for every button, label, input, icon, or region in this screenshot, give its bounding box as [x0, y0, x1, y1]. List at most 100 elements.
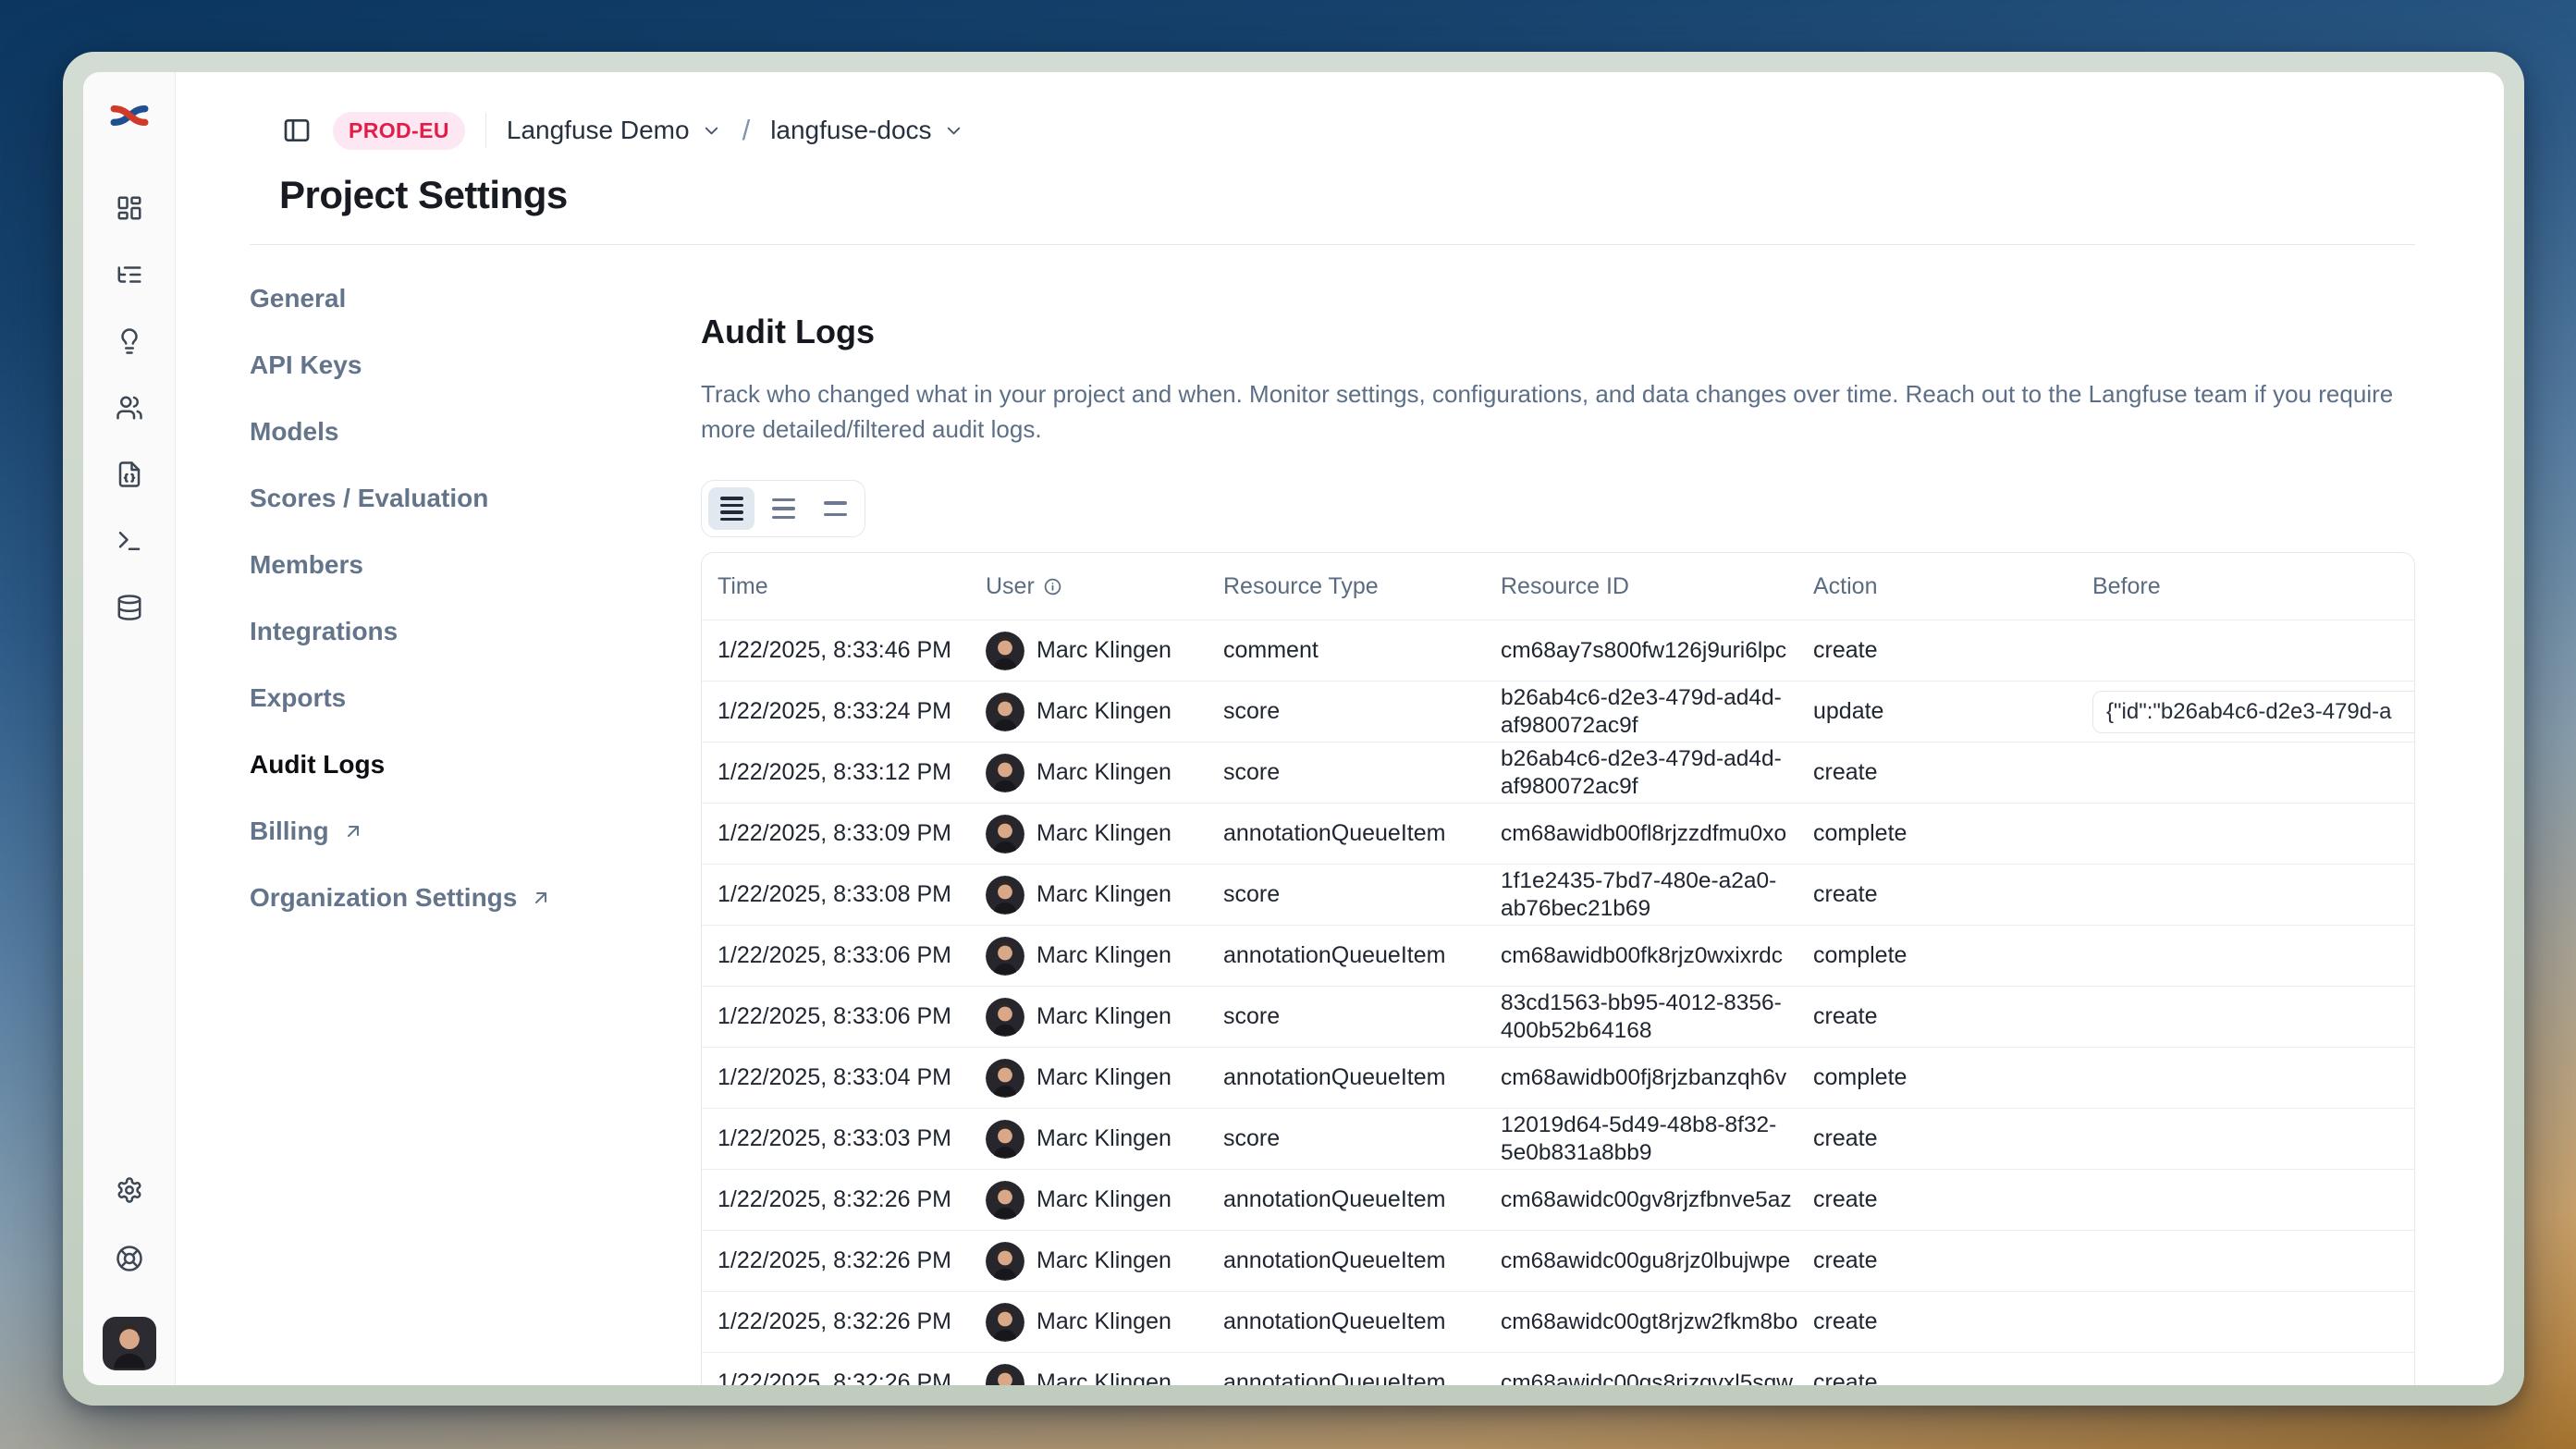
settings-nav-members[interactable]: Members: [250, 532, 701, 598]
audit-logs-table: Time User Resource Type Resource ID Acti…: [701, 552, 2415, 1385]
user-avatar-icon: [986, 754, 1024, 792]
settings-button[interactable]: [114, 1174, 145, 1206]
cell-resource-type: score: [1223, 698, 1501, 725]
settings-nav-api-keys[interactable]: API Keys: [250, 332, 701, 399]
cell-user: Marc Klingen: [986, 1059, 1223, 1098]
row-height-tall-button[interactable]: [812, 487, 858, 530]
app-window: PROD-EU Langfuse Demo / langfuse-docs Pr…: [63, 52, 2524, 1406]
settings-nav-integrations[interactable]: Integrations: [250, 598, 701, 665]
rail-item-prompts[interactable]: [114, 459, 145, 490]
cell-time: 1/22/2025, 8:33:24 PM: [718, 698, 986, 725]
cell-action: create: [1813, 881, 2092, 908]
rail-item-evaluation[interactable]: [114, 325, 145, 357]
table-row[interactable]: 1/22/2025, 8:32:26 PM Marc Klingen annot…: [702, 1291, 2414, 1352]
column-header-action: Action: [1813, 573, 2092, 600]
table-row[interactable]: 1/22/2025, 8:33:08 PM Marc Klingen score…: [702, 864, 2414, 925]
settings-nav-general[interactable]: General: [250, 265, 701, 332]
cell-resource-id: cm68awidb00fl8rjzzdfmu0xo: [1501, 820, 1813, 848]
settings-nav-audit-logs[interactable]: Audit Logs: [250, 731, 701, 798]
user-avatar-icon: [986, 1242, 1024, 1281]
table-row[interactable]: 1/22/2025, 8:33:06 PM Marc Klingen annot…: [702, 925, 2414, 986]
rail-item-dashboard[interactable]: [114, 192, 145, 224]
rail-item-datasets[interactable]: [114, 592, 145, 623]
user-name: Marc Klingen: [1037, 820, 1171, 847]
cell-time: 1/22/2025, 8:32:26 PM: [718, 1247, 986, 1274]
rail-item-playground[interactable]: [114, 525, 145, 557]
table-row[interactable]: 1/22/2025, 8:33:06 PM Marc Klingen score…: [702, 986, 2414, 1047]
table-row[interactable]: 1/22/2025, 8:32:26 PM Marc Klingen annot…: [702, 1169, 2414, 1230]
cell-before: {"id":"b26ab4c6-d2e3-479d-a: [2092, 691, 2414, 733]
cell-time: 1/22/2025, 8:32:26 PM: [718, 1308, 986, 1335]
settings-nav-exports[interactable]: Exports: [250, 665, 701, 731]
user-name: Marc Klingen: [1037, 1308, 1171, 1335]
row-height-medium-button[interactable]: [760, 487, 806, 530]
settings-nav-models[interactable]: Models: [250, 399, 701, 465]
cell-resource-type: comment: [1223, 637, 1501, 664]
cell-resource-type: annotationQueueItem: [1223, 1186, 1501, 1213]
cell-time: 1/22/2025, 8:33:06 PM: [718, 942, 986, 969]
desktop: { "colors": { "accent_badge_bg": "#fce7f…: [0, 0, 2576, 1449]
rows-dense-icon: [720, 497, 743, 521]
dashboard-icon: [116, 194, 143, 222]
users-icon: [116, 394, 143, 422]
cell-resource-type: score: [1223, 1003, 1501, 1030]
cell-resource-id: b26ab4c6-d2e3-479d-ad4d-af980072ac9f: [1501, 684, 1813, 740]
env-badge[interactable]: PROD-EU: [333, 112, 465, 150]
user-name: Marc Klingen: [1037, 759, 1171, 786]
cell-user: Marc Klingen: [986, 1364, 1223, 1386]
table-row[interactable]: 1/22/2025, 8:33:09 PM Marc Klingen annot…: [702, 803, 2414, 864]
table-row[interactable]: 1/22/2025, 8:33:04 PM Marc Klingen annot…: [702, 1047, 2414, 1108]
user-avatar[interactable]: [103, 1317, 156, 1370]
table-header-row: Time User Resource Type Resource ID Acti…: [702, 553, 2414, 620]
audit-logs-description: Track who changed what in your project a…: [701, 376, 2413, 447]
cell-action: create: [1813, 1247, 2092, 1274]
cell-resource-type: annotationQueueItem: [1223, 1247, 1501, 1274]
user-avatar-icon: [986, 1181, 1024, 1220]
table-row[interactable]: 1/22/2025, 8:33:46 PM Marc Klingen comme…: [702, 620, 2414, 681]
settings-nav-organization-settings[interactable]: Organization Settings: [250, 865, 701, 931]
row-height-dense-button[interactable]: [708, 487, 754, 530]
cell-time: 1/22/2025, 8:33:08 PM: [718, 881, 986, 908]
user-name: Marc Klingen: [1037, 1186, 1171, 1213]
user-name: Marc Klingen: [1037, 1125, 1171, 1152]
user-avatar-icon: [986, 632, 1024, 670]
cell-user: Marc Klingen: [986, 815, 1223, 853]
settings-nav-billing[interactable]: Billing: [250, 798, 701, 865]
table-row[interactable]: 1/22/2025, 8:32:26 PM Marc Klingen annot…: [702, 1230, 2414, 1291]
project-switcher[interactable]: langfuse-docs: [770, 116, 963, 145]
cell-user: Marc Klingen: [986, 1120, 1223, 1159]
rail-item-tracing[interactable]: [114, 259, 145, 290]
main-area: PROD-EU Langfuse Demo / langfuse-docs Pr…: [176, 72, 2504, 1385]
external-link-icon: [342, 820, 364, 842]
cell-resource-type: annotationQueueItem: [1223, 1369, 1501, 1385]
settings-nav-scores-evaluation[interactable]: Scores / Evaluation: [250, 465, 701, 532]
user-avatar-icon: [986, 693, 1024, 731]
org-switcher[interactable]: Langfuse Demo: [507, 116, 722, 145]
breadcrumb: PROD-EU Langfuse Demo / langfuse-docs: [279, 109, 2504, 152]
external-link-icon: [530, 887, 552, 909]
support-button[interactable]: [114, 1243, 145, 1274]
before-json-preview[interactable]: {"id":"b26ab4c6-d2e3-479d-a: [2092, 691, 2415, 733]
cell-action: complete: [1813, 820, 2092, 847]
page-title: Project Settings: [279, 172, 2504, 218]
cell-resource-id: cm68awidc00gv8rjzfbnve5az: [1501, 1186, 1813, 1214]
table-row[interactable]: 1/22/2025, 8:32:26 PM Marc Klingen annot…: [702, 1352, 2414, 1385]
rail-item-users[interactable]: [114, 392, 145, 424]
sidebar-toggle-button[interactable]: [279, 113, 314, 148]
panel-left-icon: [282, 116, 312, 145]
user-name: Marc Klingen: [1037, 1003, 1171, 1030]
cell-action: create: [1813, 637, 2092, 664]
cell-resource-type: annotationQueueItem: [1223, 1308, 1501, 1335]
user-avatar-icon: [986, 815, 1024, 853]
cell-resource-type: annotationQueueItem: [1223, 1064, 1501, 1091]
cell-resource-id: cm68awidb00fk8rjz0wxixrdc: [1501, 942, 1813, 970]
rail-footer: [103, 1174, 156, 1370]
cell-user: Marc Klingen: [986, 1181, 1223, 1220]
user-avatar-icon: [986, 998, 1024, 1037]
cell-action: create: [1813, 1369, 2092, 1385]
table-row[interactable]: 1/22/2025, 8:33:03 PM Marc Klingen score…: [702, 1108, 2414, 1169]
cell-user: Marc Klingen: [986, 754, 1223, 792]
table-row[interactable]: 1/22/2025, 8:33:24 PM Marc Klingen score…: [702, 681, 2414, 742]
table-row[interactable]: 1/22/2025, 8:33:12 PM Marc Klingen score…: [702, 742, 2414, 803]
cell-time: 1/22/2025, 8:33:06 PM: [718, 1003, 986, 1030]
